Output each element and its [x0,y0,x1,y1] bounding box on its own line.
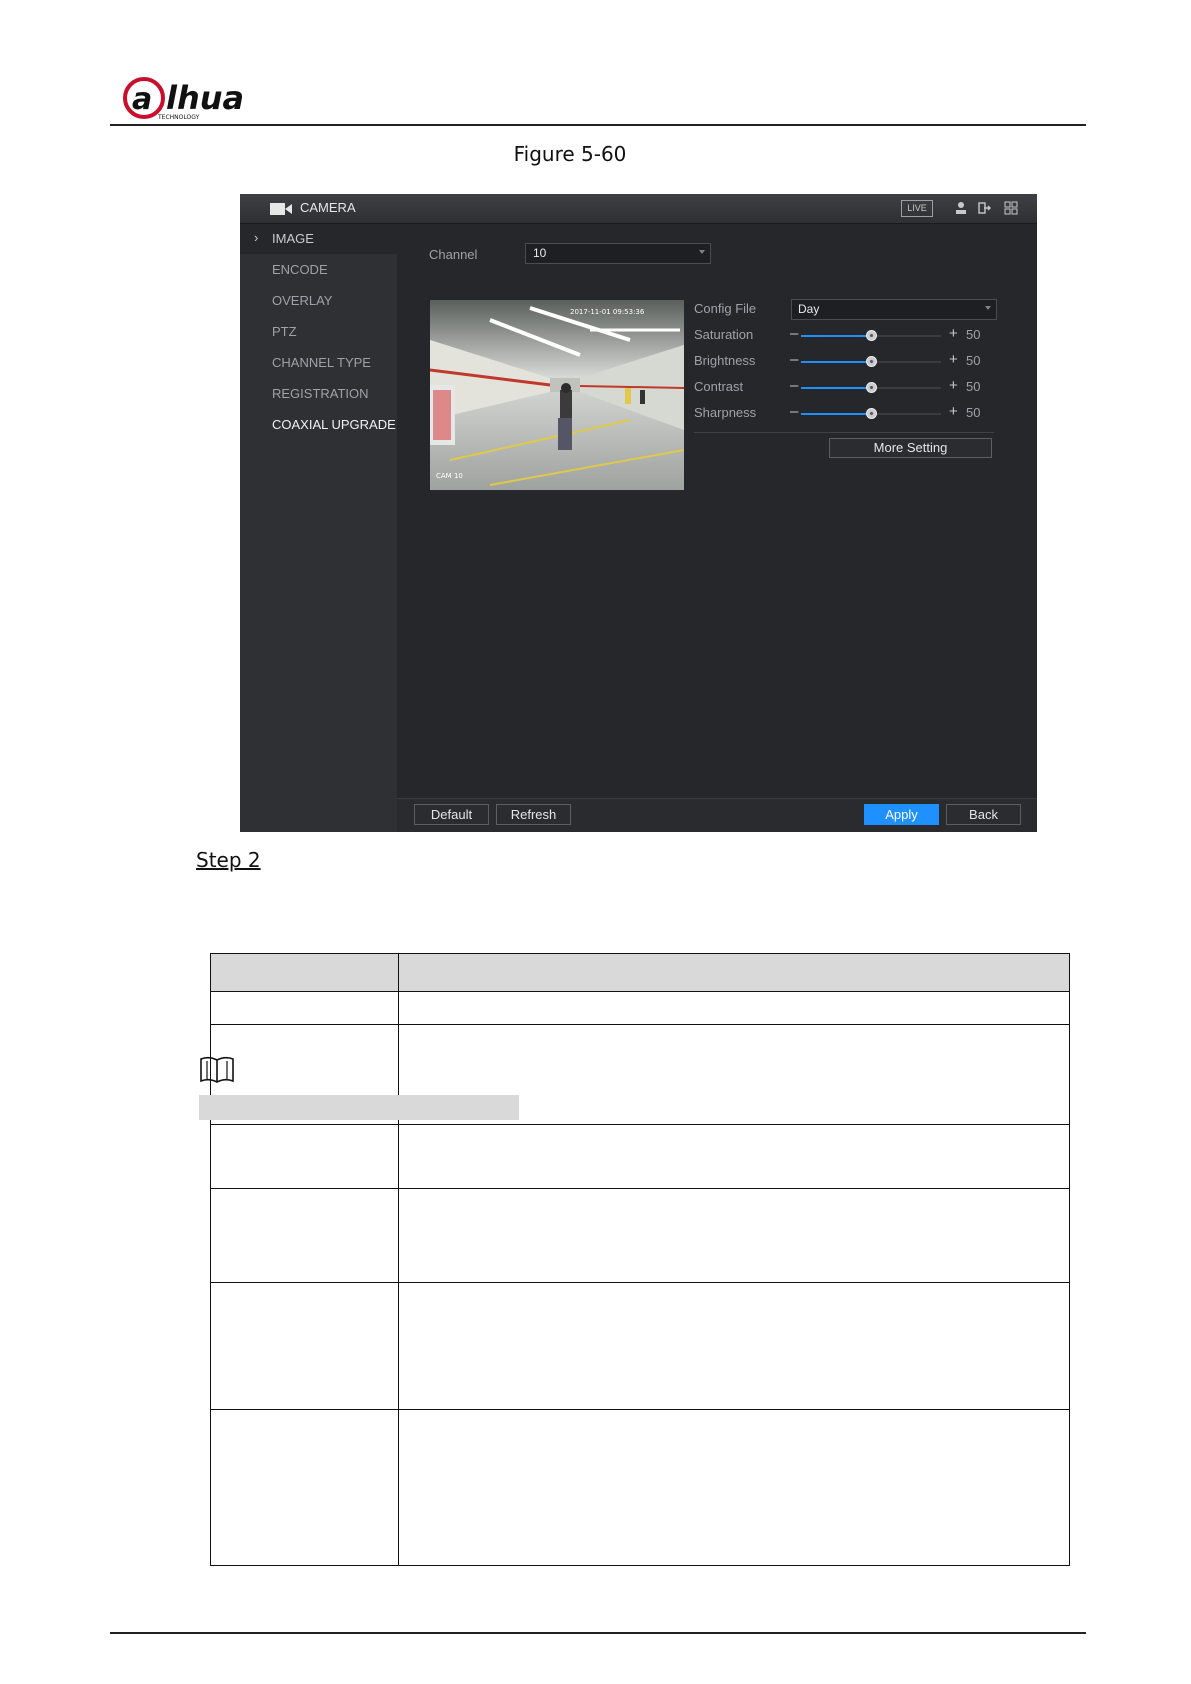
row-divider [211,1024,1069,1025]
preview-channel-label: CAM 10 [436,472,463,480]
sidebar-item-ptz[interactable]: PTZ [240,317,397,347]
slider-rest [871,335,941,337]
title-bar: CAMERA LIVE [240,194,1037,224]
slider-track[interactable] [801,382,941,393]
svg-text:TECHNOLOGY: TECHNOLOGY [157,114,200,120]
slider-label: Sharpness [694,405,757,420]
row-divider [211,1409,1069,1410]
slider-knob[interactable] [866,330,877,341]
table-header [211,954,1069,992]
figure-caption: Figure 5-60 [513,142,627,166]
slider-value: 50 [966,327,981,342]
slider-fill [801,387,871,389]
slider-knob[interactable] [866,382,877,393]
window-title: CAMERA [300,200,356,215]
slider-track[interactable] [801,330,941,341]
slider-value: 50 [966,353,981,368]
slider-value: 50 [966,405,981,420]
slider-fill [801,335,871,337]
sidebar-item-channel-type[interactable]: CHANNEL TYPE [240,348,397,378]
header-rule [110,124,1086,126]
slider-label: Saturation [694,327,754,342]
slider-knob[interactable] [866,408,877,419]
plus-icon[interactable]: + [949,377,958,394]
slider-label: Contrast [694,379,744,394]
slider-rest [871,413,941,415]
plus-icon[interactable]: + [949,351,958,368]
footer-bar: Default Refresh Apply Back [397,798,1037,832]
slider-fill [801,413,871,415]
dahua-logo: a lhua TECHNOLOGY [123,77,244,120]
slider-label: Brightness [694,353,756,368]
minus-icon[interactable]: – [790,403,798,420]
slider-track[interactable] [801,356,941,367]
row-divider [211,1188,1069,1189]
slider-fill [801,361,871,363]
plus-icon[interactable]: + [949,325,958,342]
sidebar-item-overlay[interactable]: OVERLAY [240,286,397,316]
live-button[interactable]: LIVE [901,200,933,217]
apply-button[interactable]: Apply [864,804,939,825]
minus-icon[interactable]: – [790,325,798,342]
minus-icon[interactable]: – [790,351,798,368]
camera-icon [270,203,292,215]
sidebar-item-registration[interactable]: REGISTRATION [240,379,397,409]
refresh-button[interactable]: Refresh [496,804,571,825]
user-icon[interactable] [954,201,968,215]
slider-value: 50 [966,379,981,394]
sidebar-item-coaxial-upgrade[interactable]: COAXIAL UPGRADE [240,410,397,440]
sidebar-item-image[interactable]: › IMAGE [240,224,397,254]
note-highlight-bar [199,1095,519,1120]
image-sliders: Saturation – + 50 Brightness – + 50 Cont… [397,224,1037,464]
footer-rule [110,1632,1086,1634]
slider-track[interactable] [801,408,941,419]
chevron-right-icon: › [254,230,259,245]
plus-icon[interactable]: + [949,403,958,420]
logout-icon[interactable] [978,201,992,215]
slider-rest [871,387,941,389]
grid-menu-icon[interactable] [1004,201,1018,215]
svg-text:a: a [132,82,152,117]
slider-row-sharpness: Sharpness – + 50 [397,403,1037,427]
column-divider [398,954,399,1565]
main-panel: Channel 10 2017-11-01 09:53:36 CAM 10 Co… [397,224,1037,832]
divider [694,432,994,433]
slider-row-saturation: Saturation – + 50 [397,325,1037,349]
camera-settings-screenshot: CAMERA LIVE › IMAGE ENCODE OVERLAY PTZ C… [240,194,1037,832]
slider-knob[interactable] [866,356,877,367]
default-button[interactable]: Default [414,804,489,825]
note-book-icon [200,1056,234,1083]
row-divider [211,1282,1069,1283]
back-button[interactable]: Back [946,804,1021,825]
row-divider [211,1124,1069,1125]
slider-row-brightness: Brightness – + 50 [397,351,1037,375]
sidebar: › IMAGE ENCODE OVERLAY PTZ CHANNEL TYPE … [240,224,397,832]
svg-text:lhua: lhua [166,79,244,117]
slider-rest [871,361,941,363]
step-heading: Step 2 [196,848,261,872]
slider-row-contrast: Contrast – + 50 [397,377,1037,401]
sidebar-item-encode[interactable]: ENCODE [240,255,397,285]
minus-icon[interactable]: – [790,377,798,394]
parameter-table [210,953,1070,1566]
more-setting-button[interactable]: More Setting [829,438,992,458]
